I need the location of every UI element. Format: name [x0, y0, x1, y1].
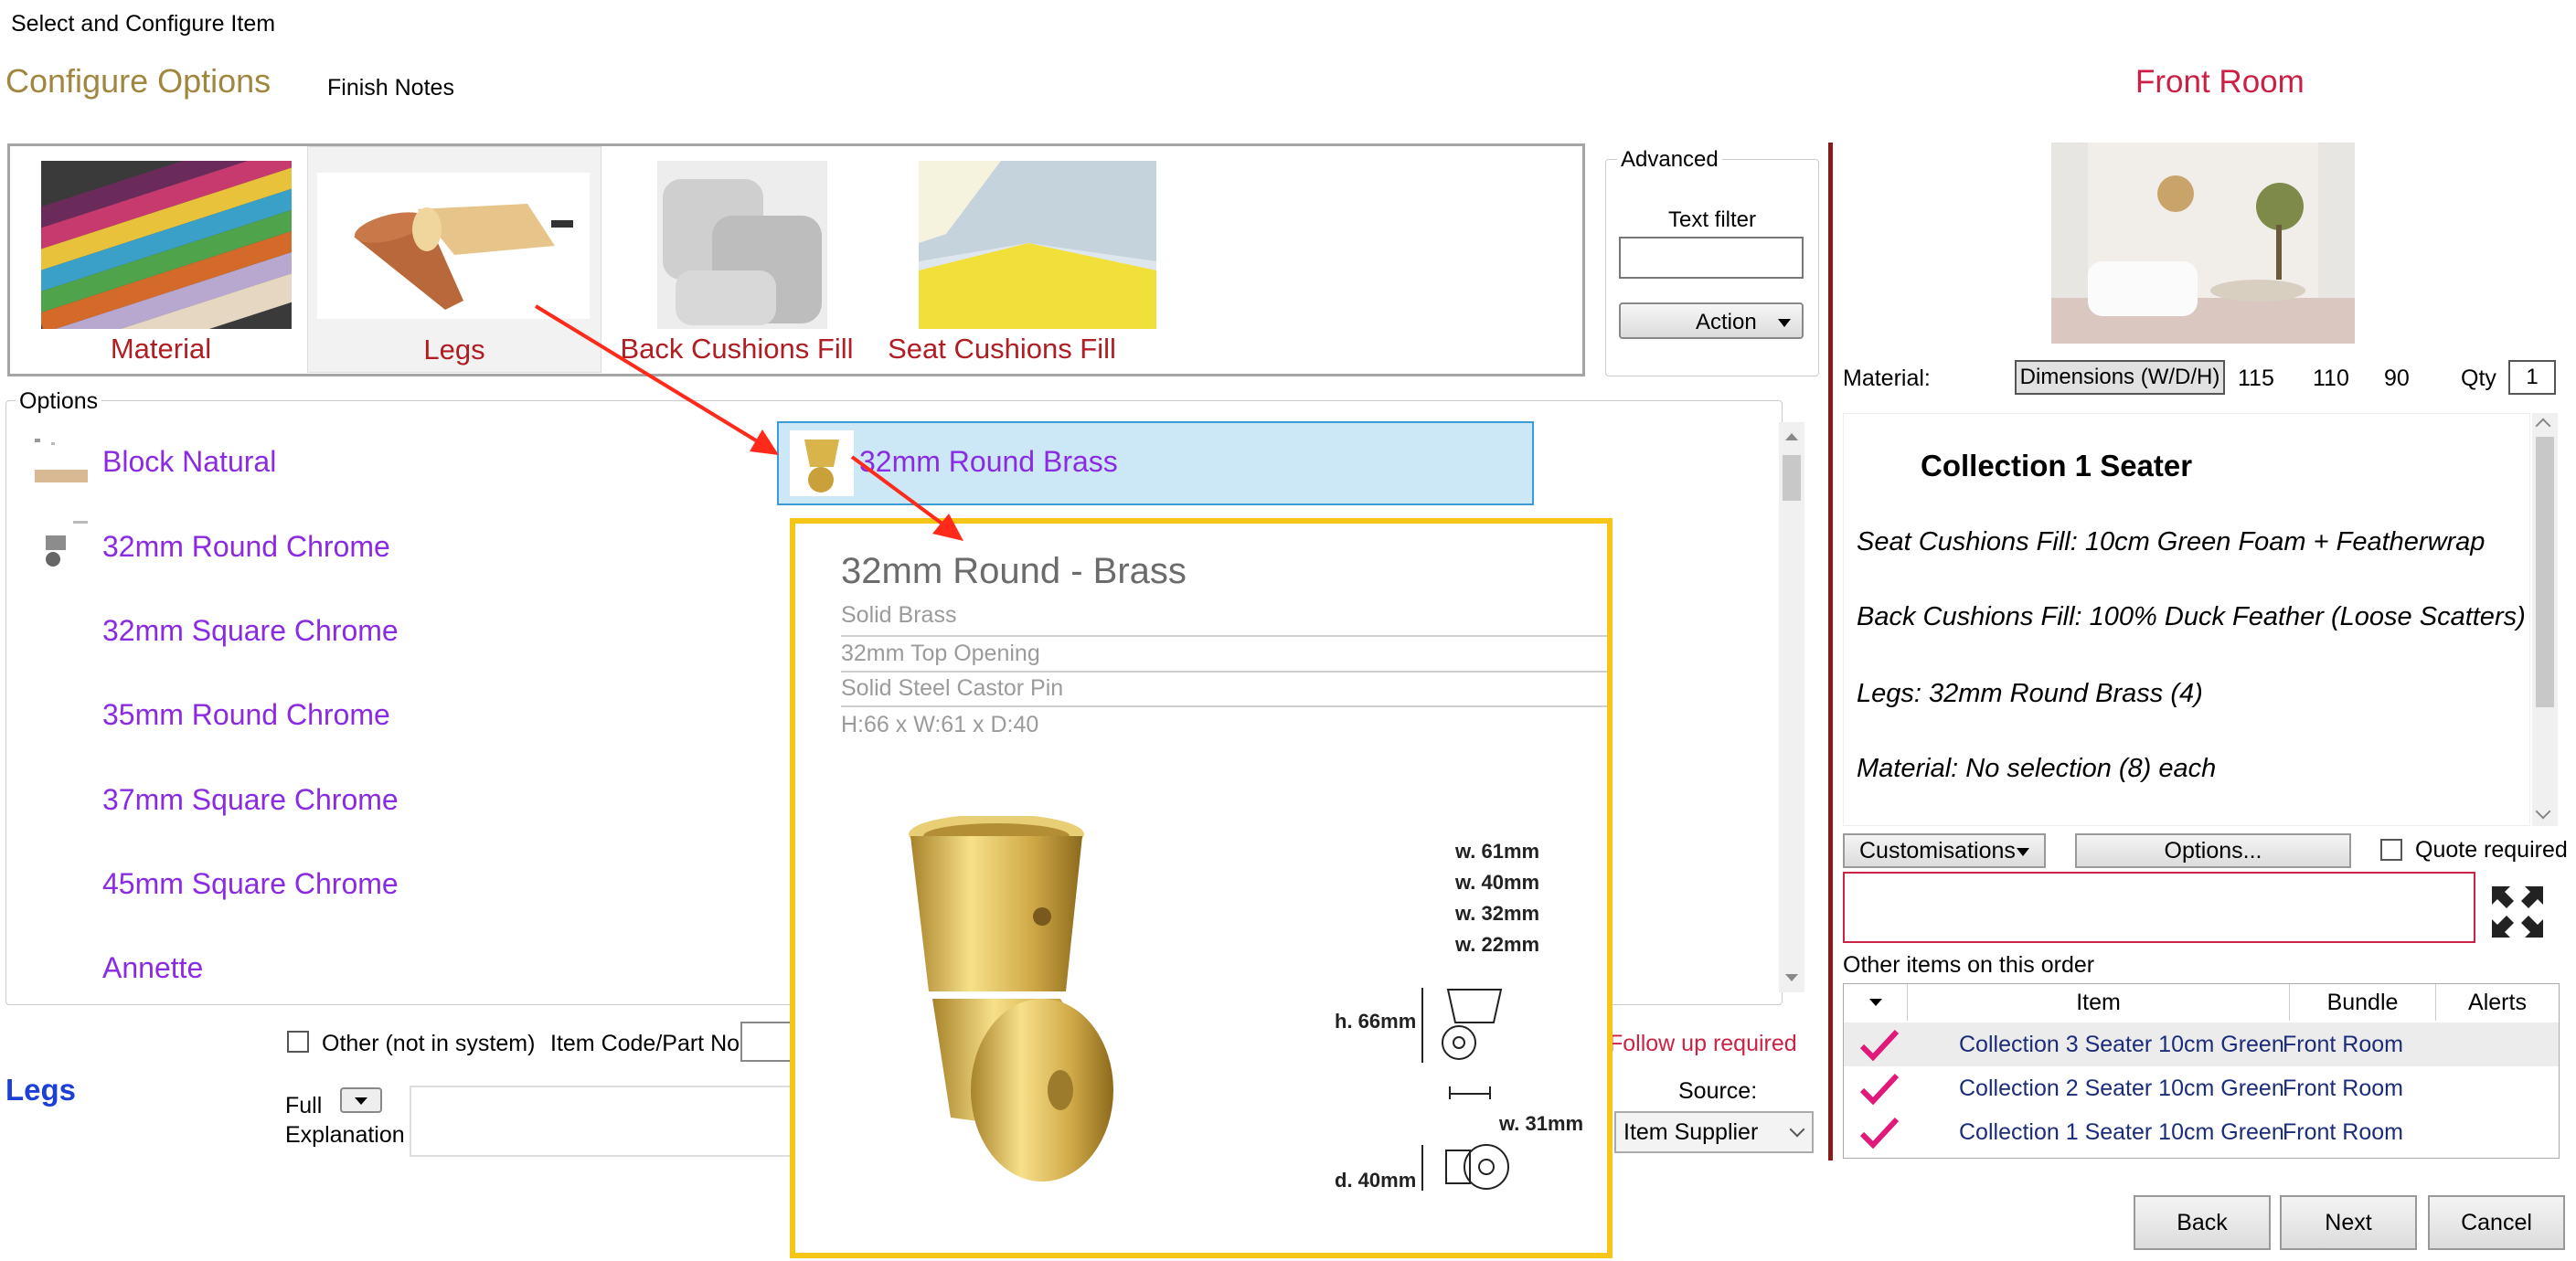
- qty-input[interactable]: 1: [2508, 360, 2556, 395]
- grid-cell-bundle: Front Room: [2283, 1119, 2403, 1145]
- cancel-button[interactable]: Cancel: [2428, 1195, 2565, 1250]
- options-button[interactable]: Options...: [2075, 833, 2351, 868]
- checkmark-icon: [1859, 1117, 1900, 1149]
- grid-header-menu[interactable]: [1844, 984, 1908, 1021]
- summary-line: Material: No selection (8) each: [1857, 754, 2217, 783]
- checkmark-icon: [1859, 1073, 1900, 1105]
- grid-header-alerts[interactable]: Alerts: [2436, 984, 2559, 1021]
- expand-icon[interactable]: [2490, 885, 2545, 939]
- panel-divider: [1828, 143, 1833, 1160]
- quote-required-label: Quote required: [2415, 837, 2568, 863]
- grid-cell-item: Collection 3 Seater 10cm Green: [1959, 1032, 2284, 1057]
- back-button[interactable]: Back: [2134, 1195, 2271, 1250]
- customisations-label: Customisations: [1859, 838, 2016, 864]
- quote-required-checkbox[interactable]: [2380, 839, 2402, 861]
- summary-scrollbar[interactable]: [2532, 413, 2558, 826]
- grid-cell-bundle: Front Room: [2283, 1076, 2403, 1101]
- room-image: [2051, 143, 2355, 344]
- grid-header-bundle[interactable]: Bundle: [2290, 984, 2436, 1021]
- table-row[interactable]: Collection 1 Seater 10cm Green Front Roo…: [1844, 1110, 2559, 1154]
- depth-value[interactable]: 110: [2313, 366, 2349, 392]
- other-items-grid: Item Bundle Alerts Collection 3 Seater 1…: [1843, 983, 2560, 1159]
- table-row[interactable]: Collection 2 Seater 10cm Green Front Roo…: [1844, 1066, 2559, 1110]
- qty-label: Qty: [2461, 366, 2496, 391]
- summary-line: Legs: 32mm Round Brass (4): [1857, 679, 2203, 708]
- chevron-down-icon: [1869, 999, 1882, 1006]
- scroll-down-icon[interactable]: [2535, 803, 2551, 820]
- height-value[interactable]: 90: [2384, 366, 2410, 392]
- customisations-dropdown[interactable]: Customisations: [1843, 833, 2046, 868]
- alert-input-box[interactable]: [1843, 872, 2475, 943]
- other-items-label: Other items on this order: [1843, 952, 2095, 978]
- scrollbar-thumb[interactable]: [2536, 437, 2554, 707]
- table-row[interactable]: Collection 3 Seater 10cm Green Front Roo…: [1844, 1023, 2559, 1066]
- grid-cell-item: Collection 1 Seater 10cm Green: [1959, 1119, 2284, 1145]
- width-value[interactable]: 115: [2238, 366, 2274, 392]
- summary-line: Seat Cushions Fill: 10cm Green Foam + Fe…: [1857, 527, 2486, 556]
- grid-cell-item: Collection 2 Seater 10cm Green: [1959, 1076, 2284, 1101]
- dimensions-button[interactable]: Dimensions (W/D/H): [2015, 360, 2225, 395]
- item-summary: Collection 1 Seater Seat Cushions Fill: …: [1843, 413, 2530, 826]
- summary-line: Back Cushions Fill: 100% Duck Feather (L…: [1857, 602, 2526, 631]
- checkmark-icon: [1859, 1029, 1900, 1061]
- next-button[interactable]: Next: [2280, 1195, 2417, 1250]
- grid-cell-bundle: Front Room: [2283, 1032, 2403, 1057]
- summary-title: Collection 1 Seater: [1921, 449, 2193, 482]
- material-label: Material:: [1843, 366, 1931, 391]
- grid-header-item[interactable]: Item: [1908, 984, 2290, 1021]
- chevron-down-icon: [2017, 848, 2029, 856]
- scroll-up-icon[interactable]: [2535, 418, 2551, 434]
